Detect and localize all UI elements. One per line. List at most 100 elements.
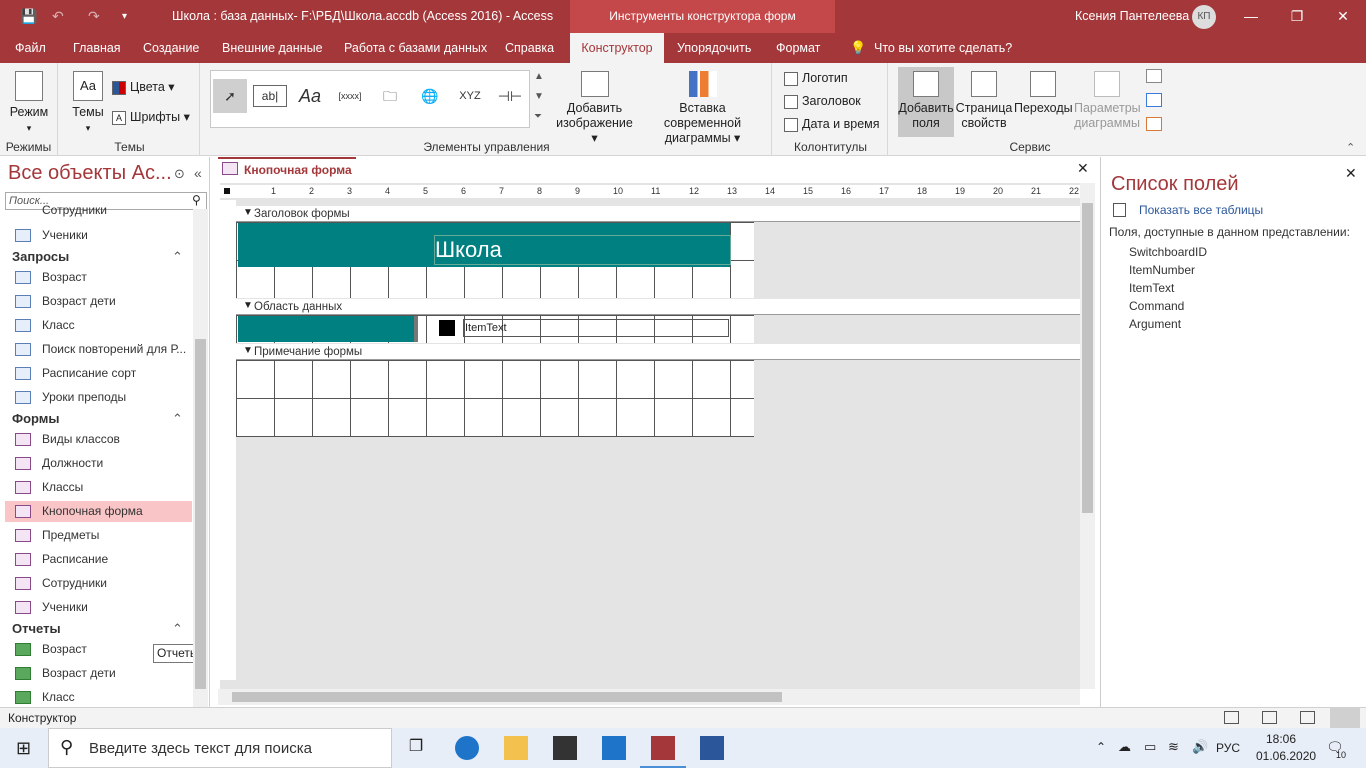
tab-home[interactable]: Главная: [67, 33, 127, 63]
tab-external-data[interactable]: Внешние данные: [216, 33, 329, 63]
datasheet-view-icon[interactable]: [1262, 711, 1277, 724]
form-title-label[interactable]: Школа: [434, 235, 731, 265]
button-control-icon[interactable]: [xxxx]: [333, 79, 367, 113]
nav-collapse-icon[interactable]: «: [194, 165, 202, 181]
gallery-up-icon[interactable]: ▲: [534, 71, 544, 82]
collapse-section-icon[interactable]: ⌃: [172, 249, 183, 265]
restore-button[interactable]: ❐: [1274, 0, 1320, 33]
canvas-vertical-scrollbar[interactable]: [1080, 183, 1095, 689]
clock-time[interactable]: 18:06: [1266, 732, 1296, 746]
save-icon[interactable]: 💾: [20, 8, 37, 25]
view-mode-button[interactable]: Режим ▾: [4, 71, 54, 136]
tray-chevron-icon[interactable]: ⌃: [1096, 740, 1106, 754]
nav-form-item-selected[interactable]: Кнопочная форма: [5, 501, 192, 522]
nav-table-students[interactable]: Ученики: [5, 225, 192, 246]
tab-switchboard-form[interactable]: Кнопочная форма: [218, 157, 356, 181]
section-form-footer[interactable]: Примечание формы: [236, 344, 1080, 360]
clock-date[interactable]: 01.06.2020: [1256, 749, 1316, 763]
field-item[interactable]: SwitchboardID: [1129, 245, 1207, 259]
input-language[interactable]: РУС: [1216, 741, 1240, 755]
item-text-label[interactable]: ItemText: [463, 319, 729, 337]
canvas-vscroll-thumb[interactable]: [1082, 203, 1093, 513]
hyperlink-control-icon[interactable]: 🌐: [413, 79, 447, 113]
themes-button[interactable]: Aa Темы ▾: [68, 71, 108, 136]
tab-database-tools[interactable]: Работа с базами данных: [338, 33, 493, 63]
title-button[interactable]: Заголовок: [784, 94, 861, 109]
nav-form-item[interactable]: Ученики: [5, 597, 192, 618]
nav-scroll-thumb[interactable]: [195, 339, 206, 689]
nav-query-item[interactable]: Расписание сорт: [5, 363, 192, 384]
nav-menu-icon[interactable]: ⊙: [174, 166, 185, 182]
datetime-button[interactable]: Дата и время: [784, 117, 880, 132]
nav-report-item[interactable]: Возраст дети: [5, 663, 192, 684]
tab-file[interactable]: Файл: [9, 33, 52, 63]
nav-query-item[interactable]: Возраст дети: [5, 291, 192, 312]
collapse-section-icon[interactable]: ⌃: [172, 621, 183, 637]
close-button[interactable]: ✕: [1320, 0, 1366, 33]
nav-query-item[interactable]: Возраст: [5, 267, 192, 288]
navigation-control-icon[interactable]: ⊣⊢: [493, 79, 527, 113]
nav-form-item[interactable]: Предметы: [5, 525, 192, 546]
canvas-hscroll-thumb[interactable]: [232, 692, 782, 702]
close-field-list-icon[interactable]: ✕: [1345, 165, 1357, 182]
nav-scrollbar[interactable]: [193, 209, 208, 707]
tab-control-icon[interactable]: 🗀: [373, 79, 407, 113]
gallery-more-icon[interactable]: ⏷: [534, 111, 542, 122]
field-item[interactable]: Command: [1129, 299, 1184, 313]
close-document-icon[interactable]: ✕: [1077, 160, 1089, 177]
quick-access-dropdown-icon[interactable]: ▾: [122, 11, 127, 22]
collapse-section-icon[interactable]: ⌃: [172, 411, 183, 427]
add-fields-button[interactable]: Добавить поля: [898, 67, 954, 137]
select-pointer-icon[interactable]: ➚: [213, 79, 247, 113]
store-icon[interactable]: [553, 736, 577, 760]
volume-icon[interactable]: 🔊: [1192, 739, 1208, 755]
form-view-icon[interactable]: [1224, 711, 1239, 724]
nav-section-reports[interactable]: Отчеты ⌃: [12, 621, 183, 636]
nav-form-item[interactable]: Виды классов: [5, 429, 192, 450]
chart-settings-button[interactable]: Параметры диаграммы: [1074, 71, 1141, 131]
layout-view-icon[interactable]: [1300, 711, 1315, 724]
show-all-tables-link[interactable]: Показать все таблицы: [1139, 203, 1263, 217]
battery-icon[interactable]: ▭: [1144, 739, 1156, 755]
fonts-button[interactable]: A Шрифты ▾: [112, 109, 190, 125]
file-explorer-icon[interactable]: [504, 736, 528, 760]
colors-button[interactable]: Цвета ▾: [112, 79, 175, 95]
edge-icon[interactable]: [455, 736, 479, 760]
nav-form-item[interactable]: Классы: [5, 477, 192, 498]
field-item[interactable]: ItemText: [1129, 281, 1174, 295]
logo-button[interactable]: Логотип: [784, 71, 848, 86]
web-browser-control-icon[interactable]: XYZ: [453, 79, 487, 113]
cloud-icon[interactable]: ☁: [1118, 739, 1131, 755]
windows-start-icon[interactable]: ⊞: [16, 738, 31, 759]
taskbar-search-input[interactable]: Введите здесь текст для поиска: [48, 728, 392, 768]
nav-table-employees[interactable]: Сотрудники: [5, 205, 192, 217]
subform-icon[interactable]: [1146, 69, 1162, 83]
avatar[interactable]: КП: [1192, 5, 1216, 29]
macro-icon[interactable]: [1146, 117, 1162, 131]
design-view-icon[interactable]: [1330, 708, 1360, 728]
field-item[interactable]: Argument: [1129, 317, 1181, 331]
mail-icon[interactable]: [602, 736, 626, 760]
wifi-icon[interactable]: ≋: [1168, 739, 1179, 755]
canvas-horizontal-scrollbar[interactable]: [218, 689, 1080, 705]
section-detail[interactable]: Область данных: [236, 299, 1080, 315]
undo-icon[interactable]: ↶: [52, 8, 64, 25]
minimize-button[interactable]: —: [1228, 0, 1274, 33]
field-item[interactable]: ItemNumber: [1129, 263, 1195, 277]
tab-design[interactable]: Конструктор: [570, 33, 664, 63]
user-name[interactable]: Ксения Пантелеева: [1075, 0, 1189, 33]
gallery-down-icon[interactable]: ▼: [534, 91, 544, 102]
nav-report-item[interactable]: Класс: [5, 687, 192, 708]
nav-form-item[interactable]: Сотрудники: [5, 573, 192, 594]
task-view-icon[interactable]: ❐: [404, 736, 428, 760]
nav-section-queries[interactable]: Запросы ⌃: [12, 249, 183, 264]
redo-icon[interactable]: ↷: [88, 8, 100, 25]
tab-help[interactable]: Справка: [499, 33, 560, 63]
nav-header[interactable]: Все объекты Ac...: [8, 162, 172, 185]
collapse-ribbon-icon[interactable]: ⌃: [1346, 141, 1355, 154]
nav-form-item[interactable]: Должности: [5, 453, 192, 474]
tab-order-button[interactable]: Переходы: [1014, 71, 1073, 116]
search-icon[interactable]: ⚲: [192, 193, 201, 207]
textbox-control-icon[interactable]: ab|: [253, 85, 287, 107]
nav-query-item[interactable]: Уроки преподы: [5, 387, 192, 408]
